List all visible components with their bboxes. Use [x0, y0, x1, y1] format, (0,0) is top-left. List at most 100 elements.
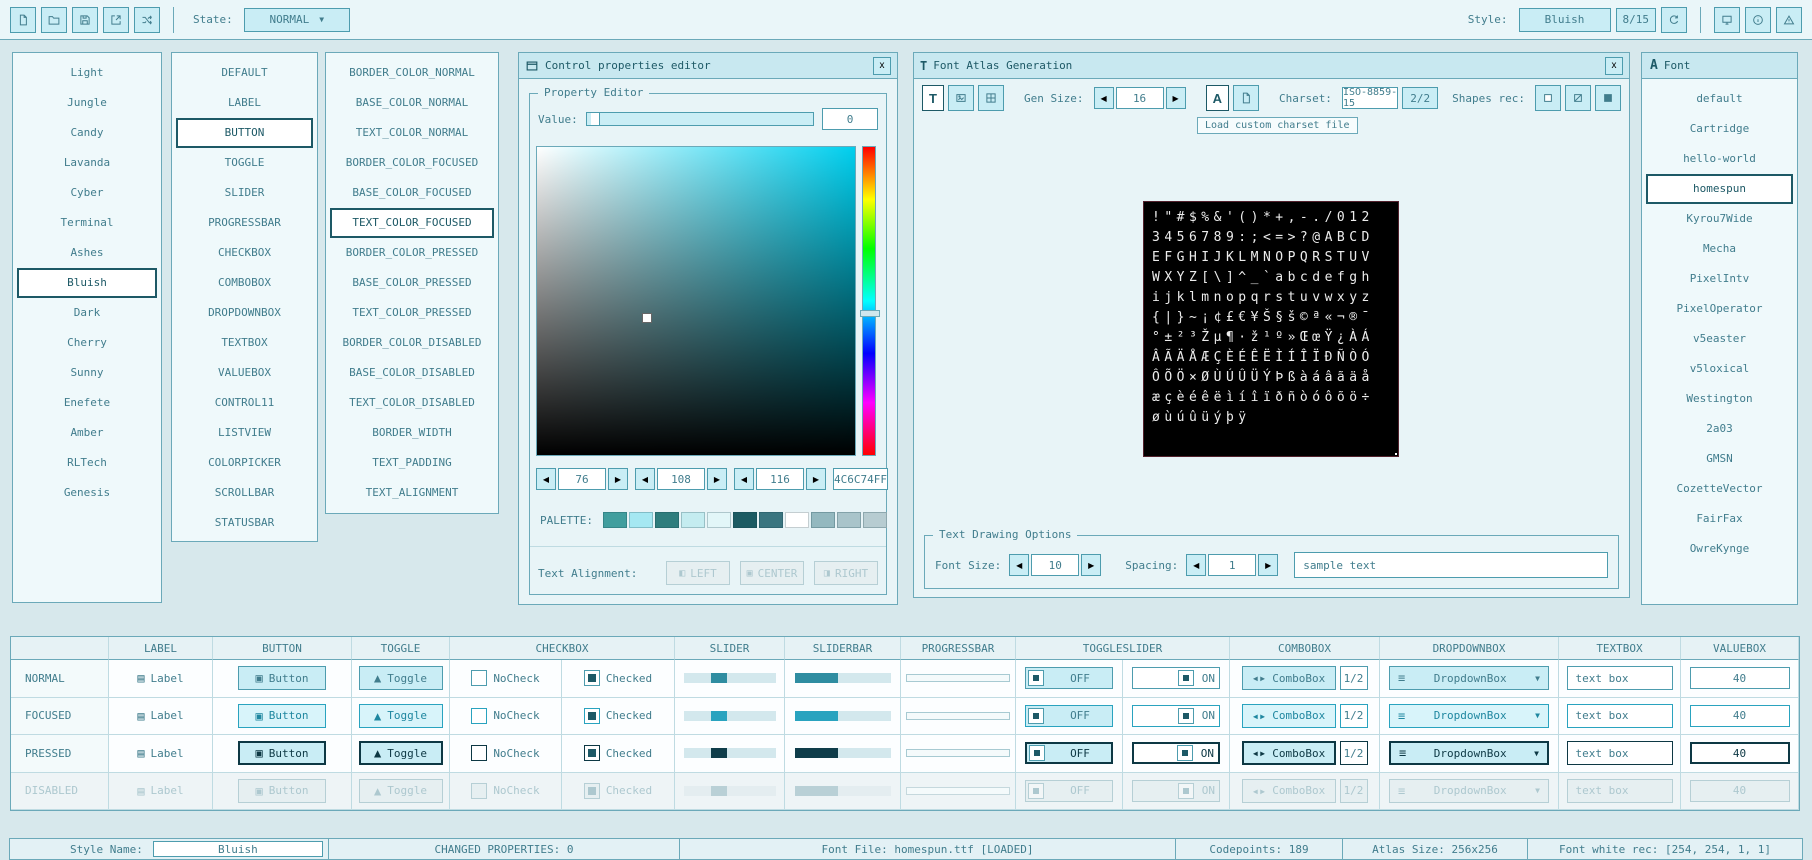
palette-color-swatch[interactable]	[785, 512, 809, 528]
toggle-knob[interactable]	[1178, 708, 1194, 724]
checkbox-box[interactable]	[471, 708, 487, 724]
style-list-item[interactable]: Bluish	[17, 268, 157, 298]
random-style-button[interactable]	[134, 7, 160, 33]
close-button[interactable]: x	[1605, 57, 1623, 75]
font-list-item[interactable]: homespun	[1646, 174, 1793, 204]
preview-sliderbar[interactable]	[785, 735, 901, 773]
preview-button[interactable]: ▣Button	[213, 735, 352, 773]
properties-editor-titlebar[interactable]: Control properties editor x	[519, 53, 897, 79]
font-white-rec-toggle[interactable]: A	[1206, 85, 1229, 111]
dropdownbox-widget[interactable]: ≡DropdownBox▼	[1389, 704, 1549, 728]
control-list-item[interactable]: DROPDOWNBOX	[176, 298, 313, 328]
blue-value[interactable]: 116	[756, 468, 804, 490]
red-value[interactable]: 76	[558, 468, 606, 490]
combobox-widget[interactable]: ◂▸ComboBox	[1242, 666, 1336, 690]
export-file-button[interactable]	[103, 7, 129, 33]
preview-dropdownbox[interactable]: ≡DropdownBox▼	[1380, 735, 1559, 773]
palette-color-swatch[interactable]	[655, 512, 679, 528]
font-list-item[interactable]: v5easter	[1646, 324, 1793, 354]
atlas-grid-button[interactable]	[978, 85, 1004, 111]
font-list-item[interactable]: PixelOperator	[1646, 294, 1793, 324]
control-list-item[interactable]: COMBOBOX	[176, 268, 313, 298]
toggleslider-off-widget[interactable]: OFF	[1025, 667, 1113, 689]
checkbox-box[interactable]	[584, 708, 600, 724]
property-list-item[interactable]: TEXT_COLOR_NORMAL	[330, 118, 494, 148]
control-list-item[interactable]: SCROLLBAR	[176, 478, 313, 508]
palette-color-swatch[interactable]	[759, 512, 783, 528]
property-list-item[interactable]: BASE_COLOR_DISABLED	[330, 358, 494, 388]
spinner-decrement-button[interactable]: ◀	[536, 468, 556, 490]
toggle-widget[interactable]: ▲Toggle	[359, 704, 443, 728]
preview-toggleslider-off[interactable]: OFF	[1016, 735, 1123, 773]
toggleslider-on-widget[interactable]: ON	[1132, 705, 1220, 727]
font-list-item[interactable]: GMSN	[1646, 444, 1793, 474]
combobox-widget[interactable]: ◂▸ComboBox	[1242, 741, 1336, 765]
preview-combobox[interactable]: ◂▸ComboBox1/2	[1230, 698, 1380, 736]
preview-checkbox-unchecked[interactable]: NoCheck	[450, 698, 562, 736]
preview-valuebox[interactable]: 40	[1681, 735, 1799, 773]
preview-button[interactable]: ▣Button	[213, 660, 352, 698]
preview-slider[interactable]	[675, 660, 785, 698]
toggle-knob[interactable]	[1028, 708, 1044, 724]
style-list-item[interactable]: Genesis	[17, 478, 157, 508]
control-list-item[interactable]: SLIDER	[176, 178, 313, 208]
font-list-item[interactable]: PixelIntv	[1646, 264, 1793, 294]
save-file-button[interactable]	[72, 7, 98, 33]
palette-color-swatch[interactable]	[681, 512, 705, 528]
spacing-value[interactable]: 1	[1208, 554, 1256, 576]
control-list-item[interactable]: DEFAULT	[176, 58, 313, 88]
style-list-item[interactable]: Enefete	[17, 388, 157, 418]
sliderbar-widget[interactable]	[795, 748, 891, 758]
palette-color-swatch[interactable]	[733, 512, 757, 528]
preview-toggle[interactable]: ▲Toggle	[352, 735, 450, 773]
property-list-item[interactable]: TEXT_ALIGNMENT	[330, 478, 494, 508]
color-picker-panel[interactable]	[536, 146, 856, 456]
slider-handle[interactable]	[711, 711, 727, 721]
font-list-item[interactable]: FairFax	[1646, 504, 1793, 534]
valuebox-widget[interactable]: 40	[1690, 742, 1790, 764]
spinner-increment-button[interactable]: ▶	[707, 468, 727, 490]
spinner-decrement-button[interactable]: ◀	[734, 468, 754, 490]
font-list-item[interactable]: Kyrou7Wide	[1646, 204, 1793, 234]
dropdownbox-widget[interactable]: ≡DropdownBox▼	[1389, 666, 1549, 690]
property-list-item[interactable]: BORDER_COLOR_FOCUSED	[330, 148, 494, 178]
font-atlas-titlebar[interactable]: T Font Atlas Generation x	[914, 53, 1629, 79]
preview-checkbox-checked[interactable]: Checked	[562, 660, 675, 698]
new-file-button[interactable]	[10, 7, 36, 33]
control-list-item[interactable]: BUTTON	[176, 118, 313, 148]
control-list-item[interactable]: TEXTBOX	[176, 328, 313, 358]
hue-bar[interactable]	[862, 146, 876, 456]
preview-textbox[interactable]: text box	[1559, 735, 1681, 773]
toggle-knob[interactable]	[1178, 670, 1194, 686]
text-mode-toggle[interactable]: T	[922, 85, 944, 111]
style-list-item[interactable]: Candy	[17, 118, 157, 148]
style-list-item[interactable]: Dark	[17, 298, 157, 328]
preview-slider[interactable]	[675, 698, 785, 736]
font-list-item[interactable]: hello-world	[1646, 144, 1793, 174]
style-list-item[interactable]: Cyber	[17, 178, 157, 208]
slider-widget[interactable]	[684, 748, 776, 758]
preview-toggleslider-off[interactable]: OFF	[1016, 660, 1123, 698]
button-widget[interactable]: ▣Button	[238, 741, 326, 765]
sample-text-input[interactable]: sample text	[1294, 552, 1608, 578]
value-slider[interactable]	[586, 112, 814, 126]
load-charset-button[interactable]	[1233, 85, 1259, 111]
font-size-value[interactable]: 10	[1031, 554, 1079, 576]
textbox-widget[interactable]: text box	[1567, 666, 1673, 690]
state-dropdown[interactable]: NORMAL ▼	[244, 8, 350, 32]
close-button[interactable]: x	[873, 57, 891, 75]
palette-color-swatch[interactable]	[629, 512, 653, 528]
issue-report-button[interactable]	[1776, 7, 1802, 33]
combobox-widget[interactable]: ◂▸ComboBox	[1242, 704, 1336, 728]
spinner-decrement-button[interactable]: ◀	[1186, 554, 1206, 576]
value-box[interactable]: 0	[822, 108, 878, 130]
palette-color-swatch[interactable]	[707, 512, 731, 528]
style-list-item[interactable]: Light	[17, 58, 157, 88]
font-list-item[interactable]: Westington	[1646, 384, 1793, 414]
spinner-increment-button[interactable]: ▶	[1258, 554, 1278, 576]
preview-checkbox-unchecked[interactable]: NoCheck	[450, 660, 562, 698]
spinner-increment-button[interactable]: ▶	[1081, 554, 1101, 576]
sliderbar-widget[interactable]	[795, 711, 891, 721]
preview-toggleslider-on[interactable]: ON	[1123, 735, 1230, 773]
toggle-knob[interactable]	[1177, 745, 1193, 761]
